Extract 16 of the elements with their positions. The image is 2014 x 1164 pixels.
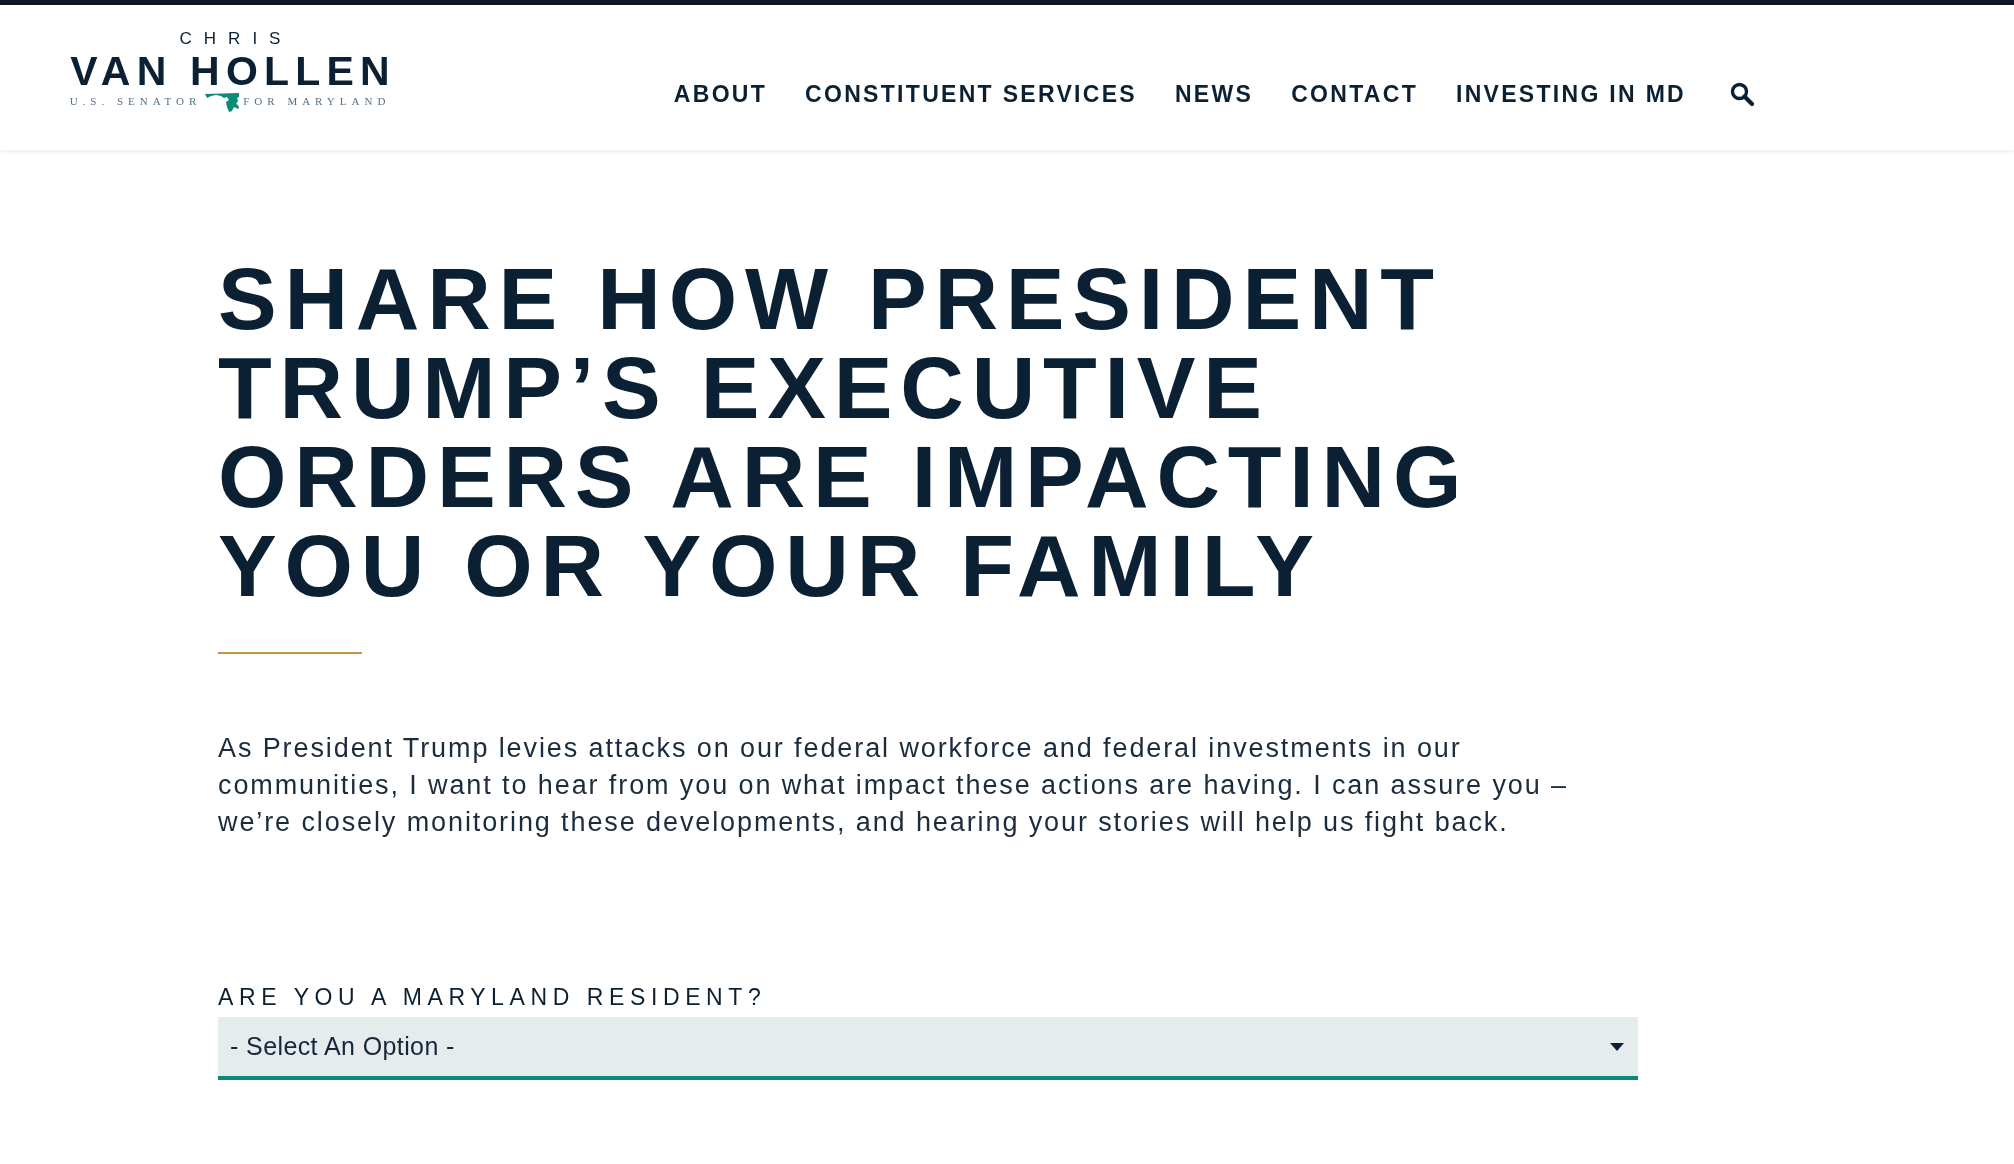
intro-text: As President Trump levies attacks on our federal workforce and federal investments in our communities, I want to hear from you on what impact these actions are having. I can assure you – we’re closely monitoring these developments, and hearing your stories will help us fight back. xyxy=(218,732,1569,839)
logo-first-name: CHRIS xyxy=(179,29,293,49)
field-label: ARE YOU A MARYLAND RESIDENT? xyxy=(218,984,768,1010)
nav-link[interactable]: INVESTING IN MD xyxy=(1456,80,1686,108)
search-icon[interactable] xyxy=(1730,82,1754,106)
select-field[interactable]: - Select An Option - xyxy=(218,1017,1638,1080)
logo-tagline: U.S. SENATOR xyxy=(69,94,202,108)
nav-link[interactable]: CONTACT xyxy=(1291,80,1418,108)
page-heading: SHARE HOW PRESIDENT TRUMP’S EXECUTIVE ORDERS ARE IMPACTING YOU OR YOUR FAMILY xyxy=(218,254,1471,610)
nav-link[interactable]: ABOUT xyxy=(673,80,768,108)
maryland-map-icon xyxy=(205,92,240,112)
nav-link[interactable]: NEWS xyxy=(1174,80,1254,108)
logo-tagline: FOR MARYLAND xyxy=(243,94,391,108)
nav-link[interactable]: CONSTITUENT SERVICES xyxy=(805,80,1137,108)
caret-down-icon xyxy=(1610,1042,1624,1051)
logo-last-name: VAN HOLLEN xyxy=(70,51,396,91)
